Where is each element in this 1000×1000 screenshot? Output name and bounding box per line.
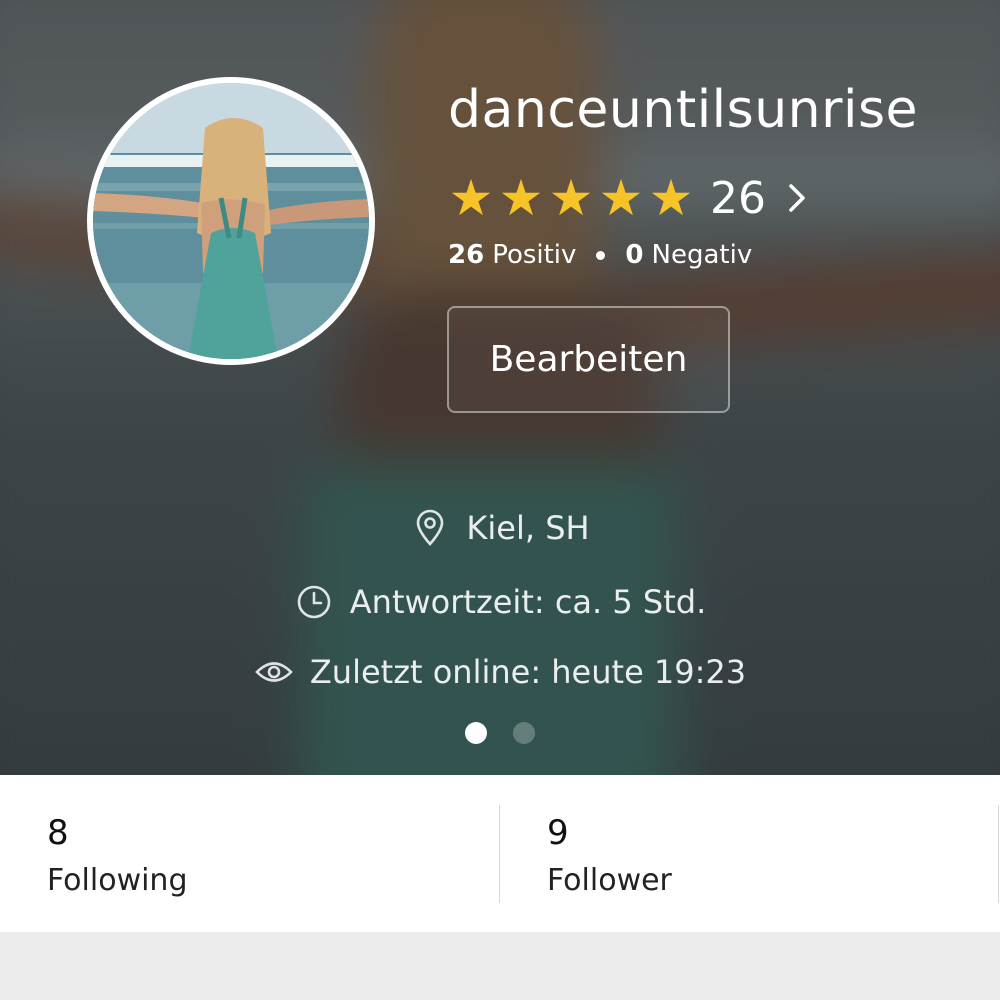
page-indicator xyxy=(0,722,1000,744)
profile-header[interactable]: danceuntilsunrise ★ ★ ★ ★ ★ 26 26 Positi… xyxy=(0,0,1000,775)
avatar[interactable] xyxy=(87,77,375,365)
response-time-row: Antwortzeit: ca. 5 Std. xyxy=(0,582,1000,622)
page-dot-1[interactable] xyxy=(465,722,487,744)
follower-stat[interactable]: 9 Follower xyxy=(500,775,998,932)
last-online-row: Zuletzt online: heute 19:23 xyxy=(0,652,1000,692)
rating-count: 26 xyxy=(710,172,766,224)
username: danceuntilsunrise xyxy=(448,80,919,140)
negative-count: 0 xyxy=(625,240,644,270)
positive-label: Positiv xyxy=(492,240,577,270)
star-icon: ★ xyxy=(548,169,594,227)
following-stat[interactable]: 8 Following xyxy=(0,775,499,932)
star-rating: ★ ★ ★ ★ ★ xyxy=(446,173,696,223)
positive-count: 26 xyxy=(448,240,485,270)
star-icon: ★ xyxy=(598,169,644,227)
rating-summary[interactable]: ★ ★ ★ ★ ★ 26 xyxy=(446,170,806,226)
rating-breakdown: 26 Positiv 0 Negativ xyxy=(448,240,752,270)
location-text: Kiel, SH xyxy=(466,509,590,547)
star-icon: ★ xyxy=(498,169,544,227)
star-icon: ★ xyxy=(648,169,694,227)
eye-icon xyxy=(254,652,294,692)
follower-count: 9 xyxy=(547,813,569,853)
location-row: Kiel, SH xyxy=(0,508,1000,548)
response-time-text: Antwortzeit: ca. 5 Std. xyxy=(349,583,707,621)
following-label: Following xyxy=(47,863,188,898)
follower-label: Follower xyxy=(547,863,672,898)
stats-bar: 8 Following 9 Follower xyxy=(0,775,1000,932)
edit-profile-button[interactable]: Bearbeiten xyxy=(447,306,730,413)
negative-label: Negativ xyxy=(651,240,753,270)
chevron-right-icon[interactable] xyxy=(788,183,806,213)
stats-divider xyxy=(998,805,999,903)
content-area xyxy=(0,932,1000,1000)
avatar-photo xyxy=(93,83,369,359)
separator-dot xyxy=(596,250,606,260)
page-dot-2[interactable] xyxy=(513,722,535,744)
star-icon: ★ xyxy=(448,169,494,227)
clock-icon xyxy=(294,582,334,622)
following-count: 8 xyxy=(47,813,69,853)
location-pin-icon xyxy=(410,508,450,548)
last-online-text: Zuletzt online: heute 19:23 xyxy=(309,653,747,691)
profile-page: danceuntilsunrise ★ ★ ★ ★ ★ 26 26 Positi… xyxy=(0,0,1000,1000)
